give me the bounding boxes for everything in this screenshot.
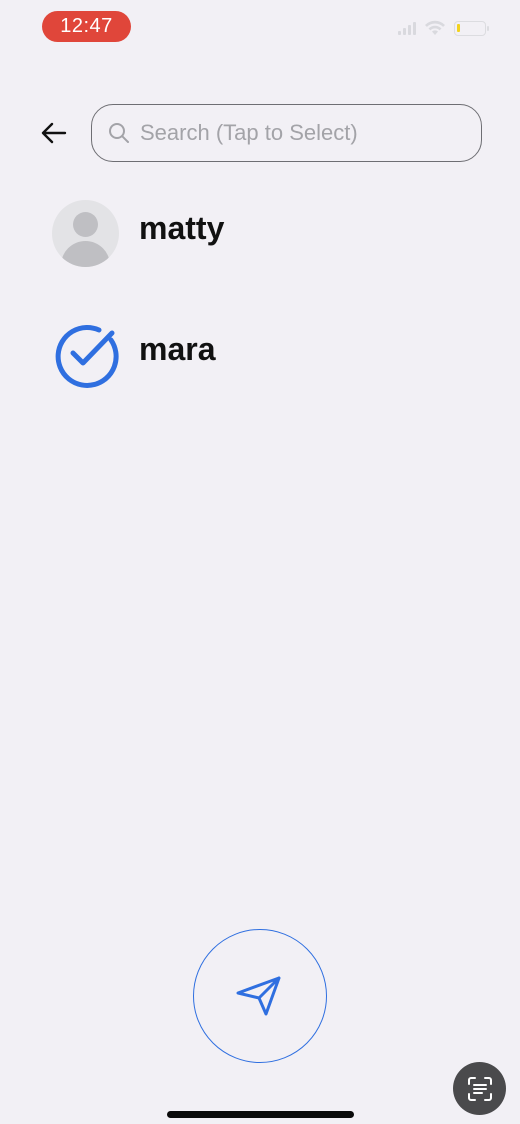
avatar-head (73, 211, 98, 237)
status-time: 12:47 (42, 11, 131, 42)
status-bar: 12:47 (0, 0, 520, 56)
signal-icon (398, 21, 416, 35)
scan-text-icon (467, 1076, 492, 1101)
search-box[interactable] (91, 104, 482, 162)
arrow-left-icon (41, 122, 67, 144)
wifi-icon (425, 20, 445, 35)
contact-name: matty (139, 209, 225, 246)
contact-row-matty[interactable]: matty (52, 199, 492, 267)
scan-text-button[interactable] (453, 1062, 506, 1115)
checkmark-circle-icon (55, 324, 119, 388)
contact-name: mara (139, 330, 216, 367)
home-indicator (167, 1111, 354, 1118)
battery-icon (454, 20, 489, 36)
search-icon (109, 123, 129, 143)
default-avatar-icon (52, 199, 119, 267)
search-input[interactable] (138, 119, 462, 147)
send-button[interactable] (193, 929, 327, 1063)
paper-plane-icon (236, 976, 281, 1016)
battery-fill (457, 23, 460, 32)
back-button[interactable] (36, 114, 72, 152)
contact-row-mara[interactable]: mara (52, 320, 492, 388)
avatar-body (61, 240, 110, 267)
status-icons (398, 20, 489, 36)
